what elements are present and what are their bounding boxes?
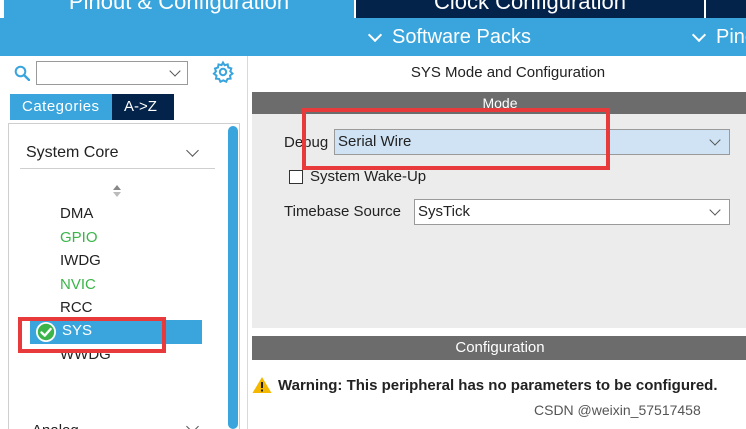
warning-icon: [252, 377, 272, 393]
tree-scrollbar[interactable]: [228, 126, 238, 429]
sort-icon[interactable]: [112, 184, 122, 198]
search-combobox[interactable]: [36, 61, 188, 85]
gear-icon[interactable]: [211, 60, 235, 84]
category-tabs: Categories A->Z: [10, 94, 174, 120]
timebase-select-value: SysTick: [418, 203, 470, 220]
list-item-dma[interactable]: DMA: [60, 205, 93, 222]
chevron-down-icon[interactable]: [169, 65, 181, 77]
pinout-menu[interactable]: Pinout: [690, 26, 746, 49]
secondary-toolbar: Software Packs Pinout: [0, 18, 746, 56]
chevron-down-icon: [691, 27, 707, 42]
divider: [20, 168, 215, 169]
configuration-section-header: Configuration: [252, 336, 746, 360]
chevron-down-icon: [367, 27, 383, 42]
software-packs-label: Software Packs: [392, 26, 531, 48]
page-title: SYS Mode and Configuration: [410, 64, 606, 81]
list-item-rcc[interactable]: RCC: [60, 299, 93, 316]
tab-a-to-z[interactable]: A->Z: [112, 94, 174, 120]
group-system-core[interactable]: System Core: [26, 144, 118, 162]
top-tab-bar: Pinout & Configuration Clock Configurati…: [0, 0, 746, 18]
chevron-down-icon[interactable]: [709, 204, 721, 216]
chevron-down-icon[interactable]: [709, 134, 721, 146]
list-item-gpio[interactable]: GPIO: [60, 229, 98, 246]
tab-clock-configuration[interactable]: Clock Configuration: [356, 0, 704, 18]
group-analog[interactable]: Analog: [32, 422, 79, 429]
pinout-label: Pinout: [716, 26, 746, 48]
watermark: CSDN @weixin_57517458: [534, 402, 701, 418]
software-packs-menu[interactable]: Software Packs: [366, 26, 531, 49]
list-item-nvic[interactable]: NVIC: [60, 276, 96, 293]
tab-categories[interactable]: Categories: [10, 94, 112, 120]
list-item-iwdg[interactable]: IWDG: [60, 252, 101, 269]
search-icon[interactable]: [14, 65, 30, 81]
tab-pinout-configuration[interactable]: Pinout & Configuration: [4, 0, 354, 18]
search-input[interactable]: [37, 62, 157, 84]
left-panel: Categories A->Z System Core DMA GPIO IWD…: [0, 56, 248, 429]
annotation-highlight-debug: [302, 108, 610, 170]
warning-message: Warning: This peripheral has no paramete…: [278, 377, 718, 394]
timebase-source-select[interactable]: SysTick: [414, 199, 730, 225]
system-wakeup-checkbox[interactable]: [289, 170, 303, 184]
system-wakeup-label: System Wake-Up: [310, 168, 427, 185]
timebase-source-label: Timebase Source: [284, 203, 401, 220]
annotation-highlight-sys: [18, 317, 166, 353]
tab-more[interactable]: [706, 0, 746, 18]
